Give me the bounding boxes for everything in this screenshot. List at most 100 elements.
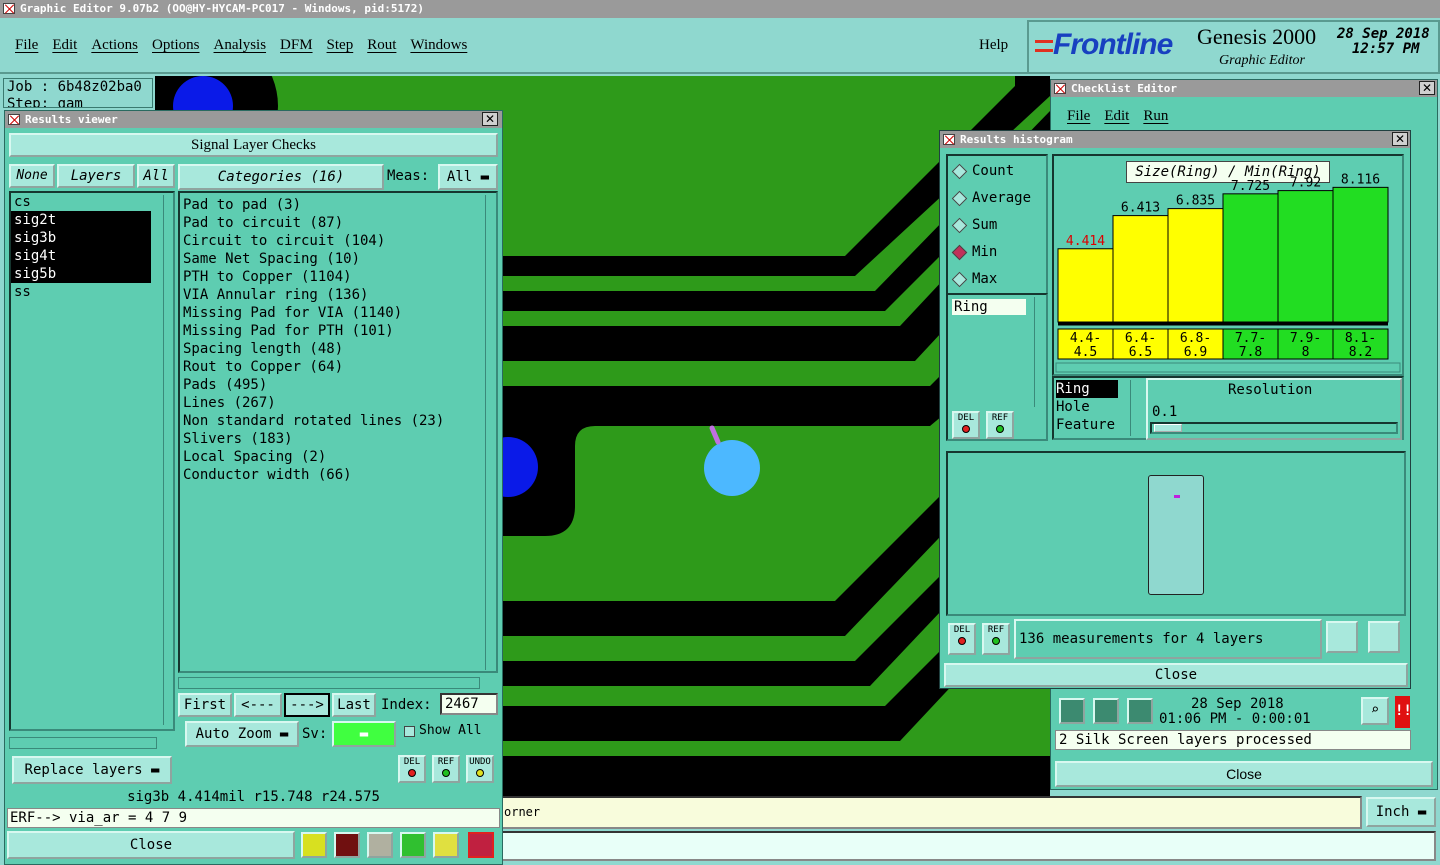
layer-list-item[interactable]: sig3b xyxy=(11,229,151,247)
checklist-menu-edit[interactable]: Edit xyxy=(1104,108,1129,124)
prev-button[interactable]: <--- xyxy=(234,693,282,717)
layer-list-item[interactable]: cs xyxy=(11,193,173,211)
signal-layer-checks-header[interactable]: Signal Layer Checks xyxy=(9,133,498,157)
category-list-item[interactable]: Lines (267) xyxy=(183,394,496,412)
measure-list-scrollbar[interactable] xyxy=(1130,380,1140,436)
preview-ref-button[interactable]: REF xyxy=(982,623,1010,655)
report-icon[interactable] xyxy=(433,832,459,858)
mode-radio-max[interactable]: Max xyxy=(948,266,1046,293)
all-button[interactable]: All xyxy=(137,164,175,188)
mode-radio-group[interactable]: Count Average Sum Min Max xyxy=(946,154,1048,296)
category-list-item[interactable]: Missing Pad for PTH (101) xyxy=(183,322,496,340)
hist-left-list-item[interactable]: Ring xyxy=(952,299,1026,315)
measure-list-item[interactable]: Hole xyxy=(1056,398,1124,416)
menu-item-rout[interactable]: Rout xyxy=(367,37,396,53)
checklist-close-button[interactable]: Close xyxy=(1055,761,1433,787)
export-chart-icon[interactable] xyxy=(1326,621,1358,653)
ref-button[interactable]: REF xyxy=(432,755,460,783)
category-list-item[interactable]: VIA Annular ring (136) xyxy=(183,286,496,304)
zoom-icon[interactable]: ⌕ xyxy=(1361,697,1389,725)
layer-toggle-icon[interactable] xyxy=(301,832,327,858)
mode-radio-average[interactable]: Average xyxy=(948,185,1046,212)
layer-list-scrollbar[interactable] xyxy=(163,195,173,725)
menu-item-actions[interactable]: Actions xyxy=(91,37,138,53)
category-list-hscrollbar[interactable] xyxy=(178,677,480,689)
none-button[interactable]: None xyxy=(9,164,55,188)
mode-radio-count[interactable]: Count xyxy=(948,158,1046,185)
index-input[interactable]: 2467 xyxy=(440,693,498,715)
layer-list-item[interactable]: sig2t xyxy=(11,211,151,229)
close-icon[interactable]: ✕ xyxy=(482,112,498,126)
next-button[interactable]: ---> xyxy=(284,693,330,717)
category-list[interactable]: Pad to pad (3) Pad to circuit (87) Circuit… xyxy=(178,191,498,673)
units-dropdown[interactable]: Inch ▬ xyxy=(1366,797,1436,827)
category-list-item[interactable]: Local Spacing (2) xyxy=(183,448,496,466)
checklist-menu-file[interactable]: File xyxy=(1067,108,1090,124)
measure-list[interactable]: Ring Hole Feature xyxy=(1056,380,1124,434)
measure-list-item[interactable]: Feature xyxy=(1056,416,1124,434)
category-list-item[interactable]: Circuit to circuit (104) xyxy=(183,232,496,250)
replace-layers-dropdown[interactable]: Replace layers ▬ xyxy=(12,756,172,784)
auto-zoom-dropdown[interactable]: Auto Zoom ▬ xyxy=(185,721,299,747)
layer-list-item[interactable]: sig4t xyxy=(11,247,151,265)
histogram-icon[interactable] xyxy=(468,832,494,858)
category-list-item[interactable]: Non standard rotated lines (23) xyxy=(183,412,496,430)
preview-del-button[interactable]: DEL xyxy=(948,623,976,655)
categories-button[interactable]: Categories (16) xyxy=(178,164,384,190)
severity-dropdown[interactable]: ▬ xyxy=(332,721,396,747)
category-list-item[interactable]: Pad to pad (3) xyxy=(183,196,496,214)
layer-list-item[interactable]: ss xyxy=(11,283,173,301)
first-button[interactable]: First xyxy=(178,693,232,717)
del-button[interactable]: DEL xyxy=(398,755,426,783)
last-button[interactable]: Last xyxy=(332,693,376,717)
category-list-scrollbar[interactable] xyxy=(485,195,495,670)
hist-ref-button[interactable]: REF xyxy=(986,411,1014,439)
zoom-area-icon[interactable] xyxy=(334,832,360,858)
run-selected-icon[interactable] xyxy=(1127,698,1153,724)
category-list-item[interactable]: Pad to circuit (87) xyxy=(183,214,496,232)
undo-button[interactable]: UNDO xyxy=(466,755,494,783)
histogram-close-button[interactable]: Close xyxy=(944,663,1408,687)
layer-list-item[interactable]: sig5b xyxy=(11,265,151,283)
resolution-slider[interactable] xyxy=(1150,422,1398,434)
category-list-item[interactable]: Missing Pad for VIA (1140) xyxy=(183,304,496,322)
menu-item-analysis[interactable]: Analysis xyxy=(214,37,267,53)
alert-icon[interactable]: !! xyxy=(1395,696,1412,728)
hist-left-list-scrollbar[interactable] xyxy=(1034,297,1044,407)
show-all-checkbox[interactable] xyxy=(404,726,415,737)
run-check-icon[interactable] xyxy=(1059,698,1085,724)
delete-results-icon[interactable] xyxy=(367,832,393,858)
category-list-item[interactable]: Spacing length (48) xyxy=(183,340,496,358)
category-list-item[interactable]: PTH to Copper (1104) xyxy=(183,268,496,286)
chart-settings-icon[interactable] xyxy=(1368,621,1400,653)
mode-radio-min[interactable]: Min xyxy=(948,239,1046,266)
mode-radio-sum[interactable]: Sum xyxy=(948,212,1046,239)
menu-item-file[interactable]: File xyxy=(15,37,38,53)
slider-handle[interactable] xyxy=(1154,424,1182,432)
menu-item-edit[interactable]: Edit xyxy=(52,37,77,53)
menu-item-windows[interactable]: Windows xyxy=(410,37,467,53)
category-list-item[interactable]: Rout to Copper (64) xyxy=(183,358,496,376)
number-icon[interactable] xyxy=(400,832,426,858)
measure-list-item[interactable]: Ring xyxy=(1056,380,1118,398)
checklist-menu-run[interactable]: Run xyxy=(1143,108,1168,124)
hist-del-button[interactable]: DEL xyxy=(952,411,980,439)
close-icon[interactable]: ✕ xyxy=(1419,81,1435,95)
command-line[interactable]: orner xyxy=(500,796,1362,829)
help-menu[interactable]: Help xyxy=(979,37,1008,54)
category-list-item[interactable]: Conductor width (66) xyxy=(183,466,496,484)
layer-list[interactable]: cs sig2t sig3b sig4t sig5b ss xyxy=(9,191,175,731)
menu-item-dfm[interactable]: DFM xyxy=(280,37,313,53)
category-list-item[interactable]: Slivers (183) xyxy=(183,430,496,448)
layer-list-hscrollbar[interactable] xyxy=(9,737,157,749)
category-list-item[interactable]: Same Net Spacing (10) xyxy=(183,250,496,268)
close-icon[interactable]: ✕ xyxy=(1392,132,1408,146)
meas-dropdown[interactable]: All ▬ xyxy=(438,164,498,190)
category-list-item[interactable]: Pads (495) xyxy=(183,376,496,394)
results-viewer-close-button[interactable]: Close xyxy=(7,831,295,859)
layers-button[interactable]: Layers xyxy=(57,164,135,188)
checklist-editor-title-bar: Checklist Editor ✕ xyxy=(1051,80,1437,97)
menu-item-options[interactable]: Options xyxy=(152,37,200,53)
menu-item-step[interactable]: Step xyxy=(327,37,354,53)
run-all-icon[interactable] xyxy=(1093,698,1119,724)
